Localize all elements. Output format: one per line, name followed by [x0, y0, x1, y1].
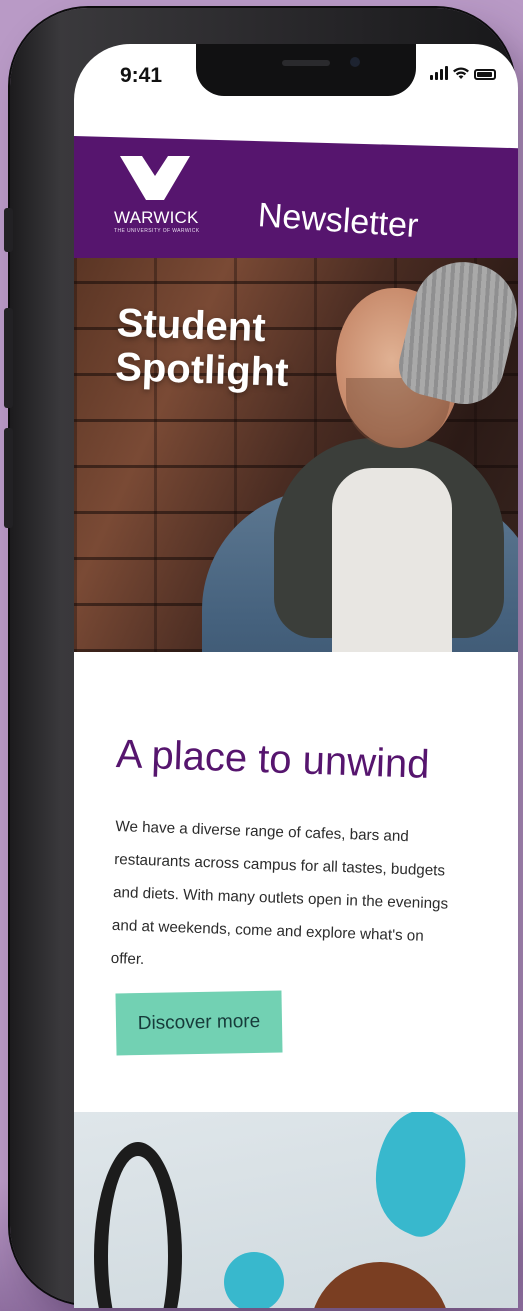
- hero-title: Student Spotlight: [115, 301, 291, 395]
- newsletter-title: Newsletter: [256, 196, 420, 246]
- volume-down-button: [4, 428, 13, 528]
- warwick-logo-icon: [120, 156, 190, 200]
- front-camera: [350, 57, 360, 67]
- person-shirt: [332, 468, 452, 652]
- signal-icon: [430, 66, 448, 80]
- speaker-grille: [282, 60, 330, 66]
- graffiti-black: [94, 1142, 182, 1308]
- battery-icon: [474, 69, 496, 80]
- wifi-icon: [453, 67, 469, 79]
- phone-frame: 9:41 WARWICK THE UNIVERSITY OF WARWICK N…: [4, 8, 518, 1308]
- person-hair: [310, 1262, 450, 1308]
- hero-title-line1: Student: [116, 301, 267, 351]
- status-icons: [430, 66, 496, 80]
- logo-wordmark: WARWICK: [114, 208, 199, 227]
- logo-subtext: THE UNIVERSITY OF WARWICK: [114, 228, 200, 234]
- article-headline: A place to unwind: [115, 732, 431, 787]
- volume-up-button: [4, 308, 13, 408]
- hero-image: Student Spotlight: [74, 258, 518, 652]
- hero-title-line2: Spotlight: [114, 344, 290, 395]
- graffiti-blue: [352, 1112, 486, 1246]
- newsletter-header: WARWICK THE UNIVERSITY OF WARWICK Newsle…: [74, 136, 518, 258]
- article-body: We have a diverse range of cafes, bars a…: [110, 817, 449, 969]
- notch: [196, 44, 416, 96]
- next-article-image: [74, 1112, 518, 1308]
- status-time: 9:41: [120, 64, 163, 87]
- discover-more-button[interactable]: Discover more: [115, 990, 283, 1056]
- phone-screen: 9:41 WARWICK THE UNIVERSITY OF WARWICK N…: [74, 44, 518, 1308]
- mute-switch: [4, 208, 13, 252]
- article-section: A place to unwind We have a diverse rang…: [74, 652, 518, 1112]
- graffiti-blue-dot: [224, 1252, 284, 1308]
